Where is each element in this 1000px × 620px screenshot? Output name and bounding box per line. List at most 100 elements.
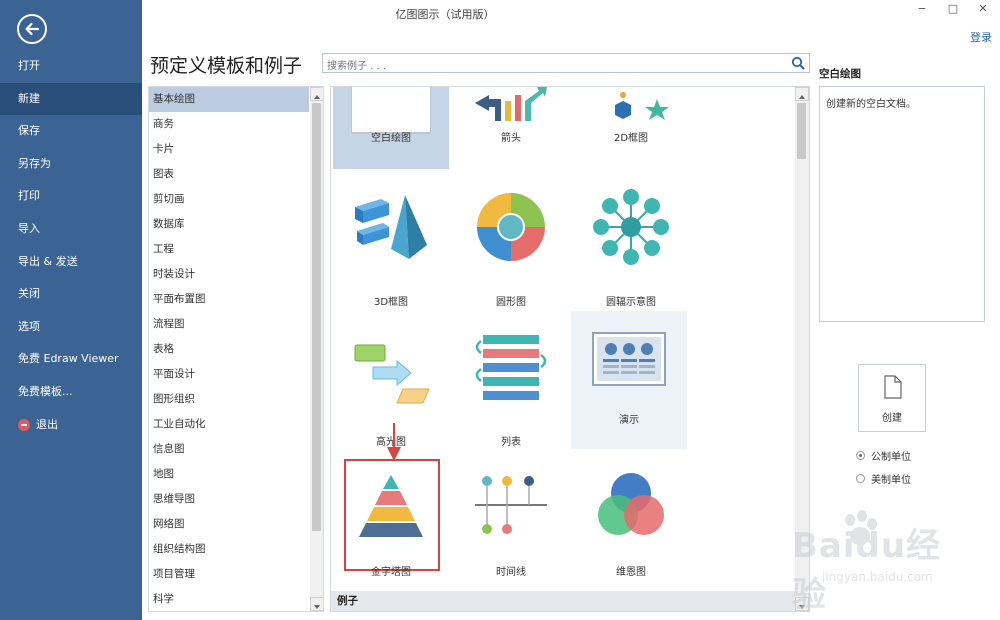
template-label: 箭头	[501, 133, 521, 144]
description-box: 创建新的空白文档。	[819, 86, 985, 322]
template-label: 金字塔图	[371, 567, 411, 578]
radial-diagram-icon	[593, 189, 669, 265]
us-units-option[interactable]: 美制单位	[856, 471, 911, 486]
category-item[interactable]: 信息图	[149, 437, 309, 462]
sidebar-item-free-templates[interactable]: 免费模板...	[0, 376, 142, 409]
scroll-up-icon	[314, 95, 320, 99]
watermark-url: jingyan.baidu.com	[822, 570, 933, 584]
template-label: 空白绘图	[371, 133, 411, 144]
category-item[interactable]: 数据库	[149, 212, 309, 237]
scroll-up-button[interactable]	[795, 87, 809, 101]
scroll-thumb[interactable]	[797, 103, 806, 159]
category-item[interactable]: 卡片	[149, 137, 309, 162]
template-label: 列表	[501, 437, 521, 448]
timeline-icon	[475, 476, 547, 534]
category-item[interactable]: 项目管理	[149, 562, 309, 587]
backstage-sidebar: 打开 新建 保存 另存为 打印 导入 导出 & 发送 关闭 选项 免费 Edra…	[0, 0, 142, 620]
sidebar-item-options[interactable]: 选项	[0, 311, 142, 344]
template-label: 圆辐示意图	[606, 297, 656, 308]
template-circular[interactable]: 圆形图	[453, 179, 569, 315]
metric-radio[interactable]	[856, 451, 865, 460]
template-3d-block[interactable]: 3D框图	[333, 179, 449, 315]
template-blank-drawing[interactable]: 空白绘图	[333, 87, 449, 169]
sidebar-item-exit[interactable]: 退出	[0, 409, 142, 442]
close-button[interactable]: ✕	[976, 2, 990, 15]
template-2d-block[interactable]: 2D框图	[573, 87, 689, 169]
scroll-up-button[interactable]	[310, 87, 323, 101]
template-label: 2D框图	[613, 133, 649, 144]
category-item[interactable]: 平面设计	[149, 362, 309, 387]
back-arrow-icon	[25, 22, 40, 36]
sidebar-item-export-send[interactable]: 导出 & 发送	[0, 246, 142, 279]
create-label: 创建	[882, 413, 902, 424]
category-item[interactable]: 思维导图	[149, 487, 309, 512]
sidebar-item-print[interactable]: 打印	[0, 180, 142, 213]
template-timeline[interactable]: 时间线	[453, 459, 569, 595]
circular-chart-icon	[477, 193, 545, 261]
template-grid: 空白绘图 箭头 2D框图 3D框图 圆形图 圆辐示意图 高光图 列表 演示 金字…	[330, 86, 810, 612]
create-button[interactable]: 创建	[858, 364, 926, 432]
pyramid-icon	[359, 475, 423, 537]
maximize-button[interactable]: □	[946, 2, 960, 15]
sidebar-item-save[interactable]: 保存	[0, 115, 142, 148]
template-radial[interactable]: 圆辐示意图	[573, 179, 689, 315]
sidebar-item-import[interactable]: 导入	[0, 213, 142, 246]
category-item[interactable]: 商务	[149, 112, 309, 137]
category-item[interactable]: 基本绘图	[149, 87, 309, 112]
watermark-text: Baidu经验	[792, 526, 942, 615]
template-venn[interactable]: 维恩图	[573, 459, 689, 595]
search-icon[interactable]	[791, 56, 805, 70]
preview-title: 空白绘图	[819, 68, 861, 80]
category-item[interactable]: 科学	[149, 587, 309, 611]
sidebar-item-open[interactable]: 打开	[0, 50, 142, 83]
category-item[interactable]: 工程	[149, 237, 309, 262]
venn-diagram-icon	[598, 473, 664, 535]
category-scrollbar[interactable]	[310, 87, 323, 611]
category-item[interactable]: 图表	[149, 162, 309, 187]
scroll-thumb[interactable]	[312, 103, 321, 531]
scroll-up-icon	[799, 95, 805, 99]
category-item[interactable]: 表格	[149, 337, 309, 362]
highlight-diagram-icon	[354, 344, 430, 404]
category-item[interactable]: 图形组织	[149, 387, 309, 412]
new-document-icon	[884, 375, 902, 399]
category-item[interactable]: 剪切画	[149, 187, 309, 212]
template-label: 时间线	[496, 567, 526, 578]
scroll-down-button[interactable]	[310, 597, 323, 611]
template-label: 演示	[619, 415, 639, 426]
minimize-button[interactable]: −	[915, 2, 929, 15]
sidebar-item-close[interactable]: 关闭	[0, 278, 142, 311]
category-item[interactable]: 工业自动化	[149, 412, 309, 437]
template-presentation[interactable]: 演示	[571, 311, 687, 449]
category-item[interactable]: 时装设计	[149, 262, 309, 287]
list-diagram-icon	[475, 335, 547, 400]
template-arrows[interactable]: 箭头	[453, 87, 569, 169]
block-3d-icon	[355, 195, 427, 259]
exit-icon	[18, 418, 30, 431]
sidebar-item-edraw-viewer[interactable]: 免费 Edraw Viewer	[0, 343, 142, 376]
baidu-watermark: Baidu经验 jingyan.baidu.com	[760, 510, 960, 615]
scroll-down-icon	[314, 605, 320, 609]
page-title: 预定义模板和例子	[150, 55, 303, 77]
category-item[interactable]: 网络图	[149, 512, 309, 537]
search-input[interactable]	[323, 57, 783, 76]
template-label: 圆形图	[496, 297, 526, 308]
us-radio[interactable]	[856, 474, 865, 483]
sidebar-item-save-as[interactable]: 另存为	[0, 148, 142, 181]
category-item[interactable]: 组织结构图	[149, 537, 309, 562]
category-item[interactable]: 地图	[149, 462, 309, 487]
metric-units-option[interactable]: 公制单位	[856, 448, 911, 463]
window-title: 亿图图示（试用版）	[395, 8, 495, 21]
red-arrow-icon	[387, 423, 401, 461]
template-pyramid[interactable]: 金字塔图	[333, 459, 449, 595]
sidebar-menu: 打开 新建 保存 另存为 打印 导入 导出 & 发送 关闭 选项 免费 Edra…	[0, 50, 142, 441]
template-list[interactable]: 列表	[453, 319, 569, 455]
sidebar-item-new[interactable]: 新建	[0, 82, 142, 116]
section-header-examples[interactable]: 例子	[331, 591, 795, 611]
category-item[interactable]: 流程图	[149, 312, 309, 337]
category-list: 基本绘图 商务 卡片 图表 剪切画 数据库 工程 时装设计 平面布置图 流程图 …	[148, 86, 324, 612]
login-link[interactable]: 登录	[970, 29, 992, 45]
search-box	[322, 53, 810, 76]
template-label: 维恩图	[616, 567, 646, 578]
category-item[interactable]: 平面布置图	[149, 287, 309, 312]
